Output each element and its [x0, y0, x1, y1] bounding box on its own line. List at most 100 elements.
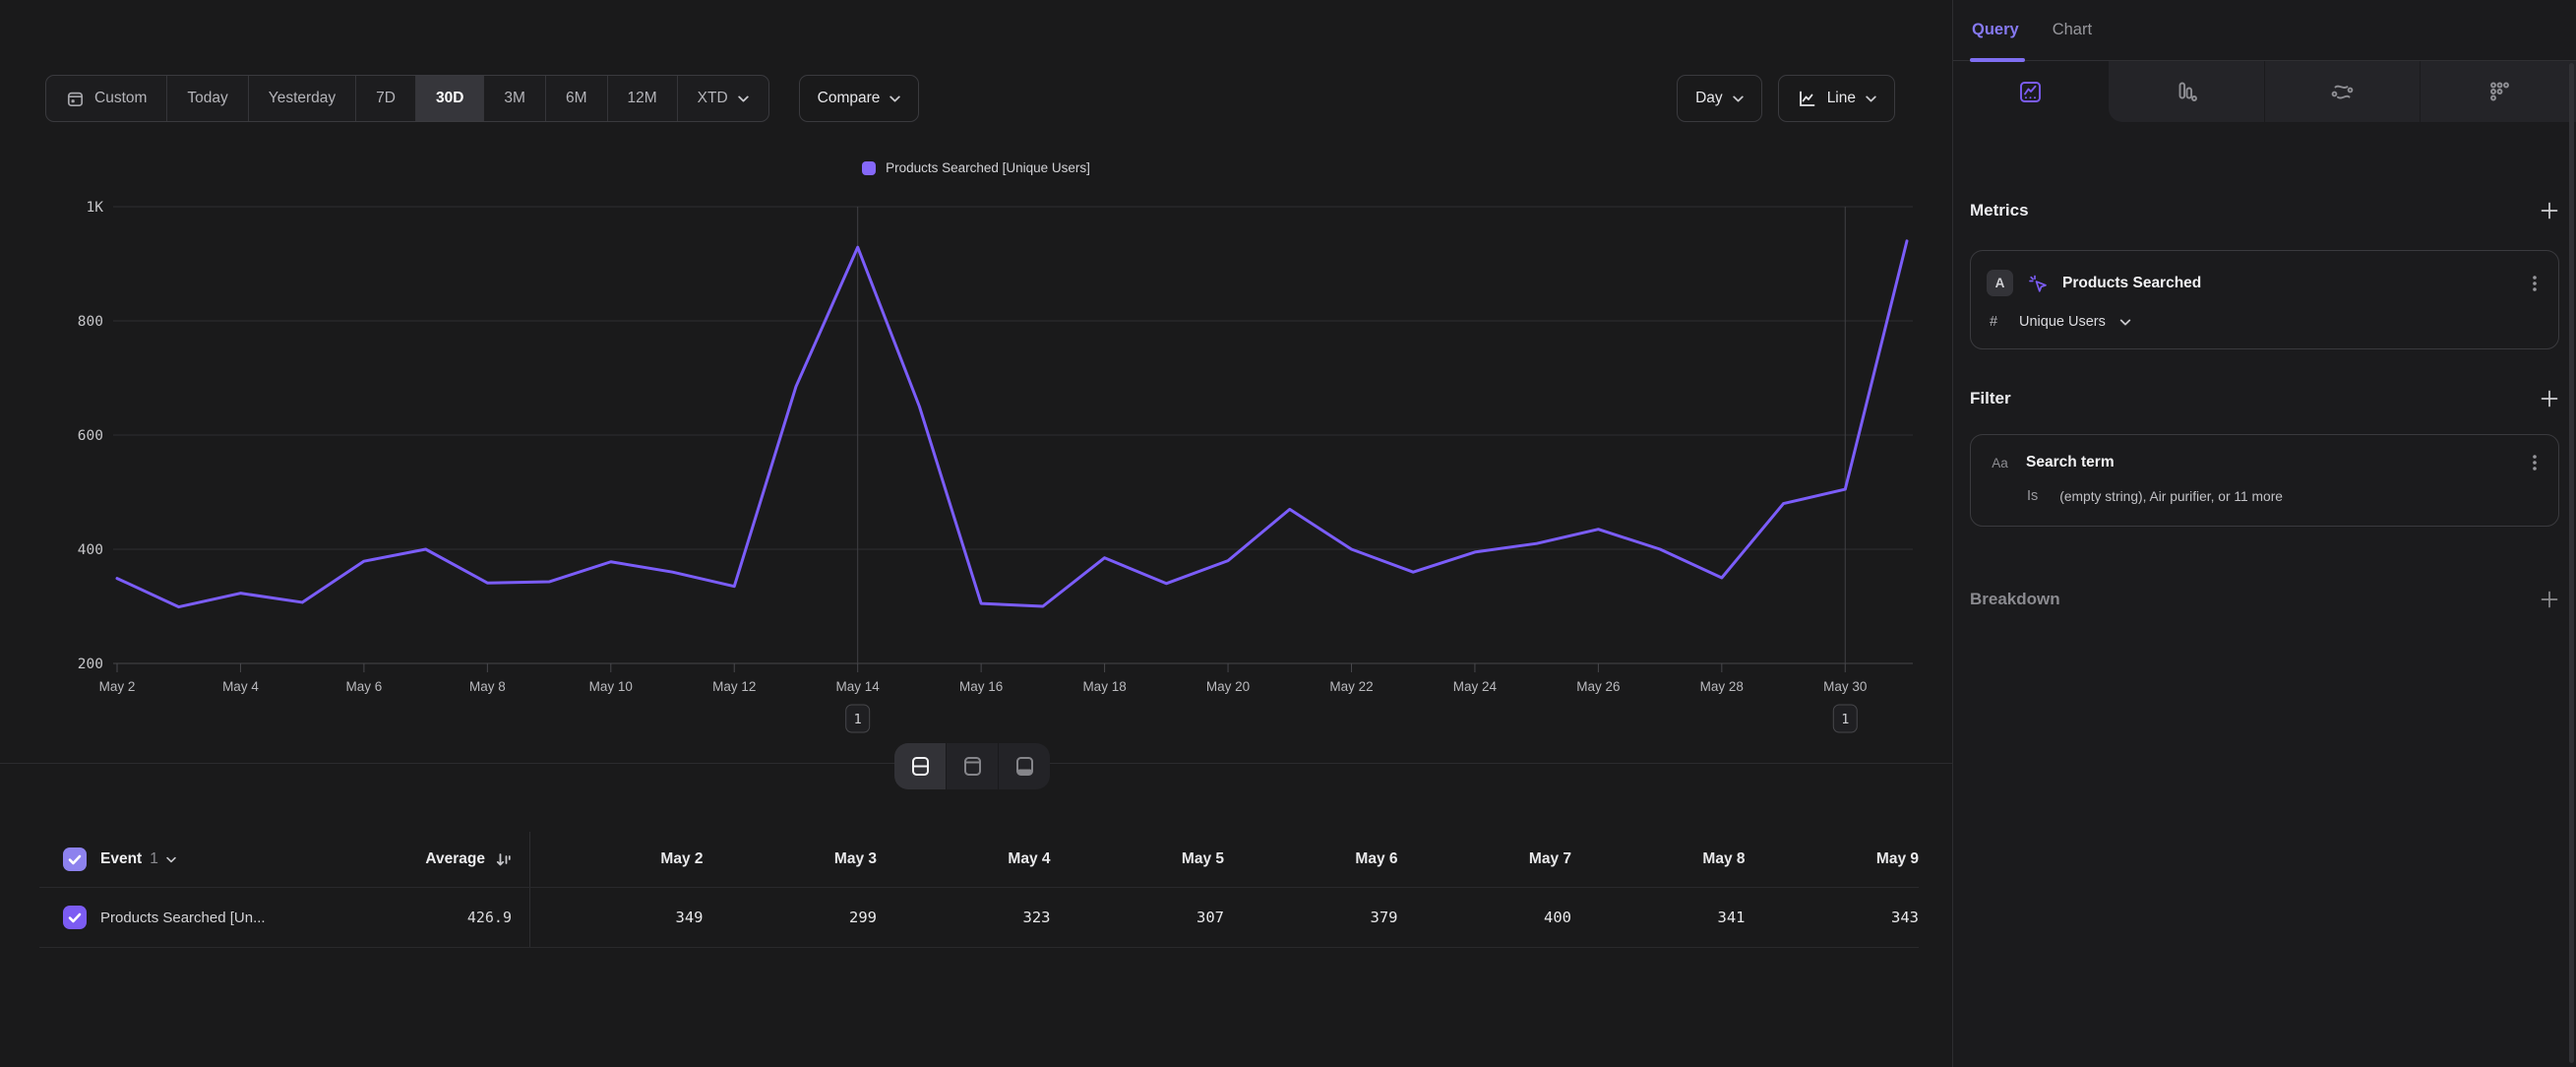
event-label: Event: [100, 850, 142, 868]
average-value: 426.9: [467, 909, 512, 926]
x-axis-label: May 22: [1329, 679, 1373, 694]
date-range-12m[interactable]: 12M: [608, 76, 678, 121]
calendar-icon: [66, 90, 85, 108]
toolbar: CustomTodayYesterday7D30D3M6M12MXTD Comp…: [45, 75, 1895, 122]
legend-item[interactable]: Products Searched [Unique Users]: [862, 160, 1090, 175]
layout-table-button[interactable]: [998, 743, 1050, 789]
line-chart-icon: [1797, 89, 1817, 109]
layout-chart-button[interactable]: [946, 743, 998, 789]
x-axis-label: May 24: [1453, 679, 1498, 694]
compare-label: Compare: [818, 90, 881, 107]
chevron-down-icon: [738, 95, 749, 102]
bar-chart-icon: [2173, 79, 2199, 105]
compare-button[interactable]: Compare: [799, 75, 920, 122]
x-axis-label: May 10: [589, 679, 633, 694]
date-range-3m[interactable]: 3M: [484, 76, 546, 121]
column-header-may-5[interactable]: May 5: [1051, 850, 1225, 868]
hash-icon: #: [1990, 314, 2005, 330]
insights-icon: [2017, 79, 2044, 105]
date-range-today[interactable]: Today: [167, 76, 248, 121]
cell-value: 323: [877, 909, 1051, 926]
main-area: CustomTodayYesterday7D30D3M6M12MXTD Comp…: [0, 0, 1952, 1067]
column-header-may-4[interactable]: May 4: [877, 850, 1051, 868]
metric-card[interactable]: A Products Searched # Unique Users: [1970, 250, 2559, 349]
series-name: Products Searched [Un...: [100, 910, 266, 926]
average-label: Average: [425, 850, 485, 868]
select-all-checkbox[interactable]: [63, 847, 87, 871]
tab-retention[interactable]: [2420, 61, 2576, 122]
line-chart[interactable]: 1K800600400200May 2May 4May 6May 8May 10…: [0, 187, 1952, 748]
series-checkbox[interactable]: [63, 906, 87, 929]
column-header-may-2[interactable]: May 2: [529, 850, 704, 868]
flows-icon: [2329, 79, 2356, 105]
series-letter-badge: A: [1987, 270, 2013, 296]
filter-card[interactable]: Aa Search term Is (empty string), Air pu…: [1970, 434, 2559, 527]
annotation-badge-count: 1: [854, 712, 862, 727]
x-axis-label: May 12: [712, 679, 756, 694]
panel-scrollbar[interactable]: [2569, 63, 2574, 1063]
date-range-control: CustomTodayYesterday7D30D3M6M12MXTD: [45, 75, 769, 122]
add-metric-button[interactable]: [2540, 201, 2559, 220]
tab-funnels[interactable]: [2109, 61, 2264, 122]
analytics-app: CustomTodayYesterday7D30D3M6M12MXTD Comp…: [0, 0, 2576, 1067]
column-header-may-6[interactable]: May 6: [1224, 850, 1398, 868]
panel-body: Metrics A Products Searched: [1953, 201, 2576, 609]
query-panel: Query Chart: [1952, 0, 2576, 1067]
y-axis-label: 800: [78, 314, 103, 330]
date-range-yesterday[interactable]: Yesterday: [249, 76, 356, 121]
cell-value: 400: [1398, 909, 1572, 926]
tab-insights[interactable]: [1953, 61, 2109, 122]
metric-event-name[interactable]: Products Searched: [2062, 275, 2514, 292]
tab-chart[interactable]: Chart: [2053, 0, 2092, 61]
add-breakdown-button[interactable]: [2540, 590, 2559, 609]
cell-value: 307: [1051, 909, 1225, 926]
x-axis-label: May 30: [1823, 679, 1867, 694]
date-column-headers: May 2May 3May 4May 5May 6May 7May 8May 9: [529, 850, 1919, 868]
cell-value: 343: [1746, 909, 1920, 926]
table-row: Products Searched [Un... 426.9 349299323…: [39, 888, 1919, 948]
tab-query[interactable]: Query: [1972, 0, 2019, 61]
column-header-may-7[interactable]: May 7: [1398, 850, 1572, 868]
kebab-menu-icon[interactable]: [2527, 453, 2543, 472]
date-range-7d[interactable]: 7D: [356, 76, 416, 121]
sort-descending-icon: [495, 851, 512, 868]
date-value-cells: 349299323307379400341343: [529, 909, 1919, 926]
date-range-custom[interactable]: Custom: [46, 76, 167, 121]
date-range-30d[interactable]: 30D: [416, 76, 484, 121]
series-line[interactable]: [117, 241, 1907, 607]
kebab-menu-icon[interactable]: [2527, 274, 2543, 293]
aggregation-selector[interactable]: # Unique Users: [1987, 314, 2543, 330]
event-column-header[interactable]: Event 1: [100, 850, 309, 868]
filter-title: Filter: [1970, 389, 2011, 408]
series-name-cell[interactable]: Products Searched [Un...: [100, 910, 309, 926]
column-header-may-3[interactable]: May 3: [704, 850, 878, 868]
x-axis-label: May 20: [1206, 679, 1250, 694]
filter-values: (empty string), Air purifier, or 11 more: [2059, 489, 2283, 504]
tab-flows[interactable]: [2264, 61, 2421, 122]
add-filter-button[interactable]: [2540, 389, 2559, 408]
filter-property-name[interactable]: Search term: [2026, 454, 2514, 471]
column-header-may-8[interactable]: May 8: [1571, 850, 1746, 868]
filter-operator: Is: [2027, 488, 2038, 504]
layout-toggle: [894, 743, 1050, 789]
panel-tabs: Query Chart: [1953, 0, 2576, 61]
average-column-header[interactable]: Average: [309, 850, 529, 868]
chart-type-button[interactable]: Line: [1778, 75, 1895, 122]
y-axis-label: 600: [78, 428, 103, 444]
chevron-down-icon: [1733, 95, 1744, 102]
x-axis-label: May 14: [836, 679, 881, 694]
chart-type-label: Line: [1827, 90, 1856, 107]
x-axis-label: May 28: [1700, 679, 1744, 694]
column-header-may-9[interactable]: May 9: [1746, 850, 1920, 868]
date-range-xtd[interactable]: XTD: [678, 76, 768, 121]
cell-value: 341: [1571, 909, 1746, 926]
cell-value: 379: [1224, 909, 1398, 926]
date-range-6m[interactable]: 6M: [546, 76, 608, 121]
filter-condition[interactable]: Is (empty string), Air purifier, or 11 m…: [1987, 488, 2543, 504]
event-count: 1: [150, 850, 158, 868]
granularity-button[interactable]: Day: [1677, 75, 1762, 122]
layout-split-button[interactable]: [894, 743, 946, 789]
y-axis-label: 1K: [87, 200, 104, 216]
filter-section-header: Filter: [1970, 389, 2559, 408]
chevron-down-icon: [166, 856, 176, 863]
